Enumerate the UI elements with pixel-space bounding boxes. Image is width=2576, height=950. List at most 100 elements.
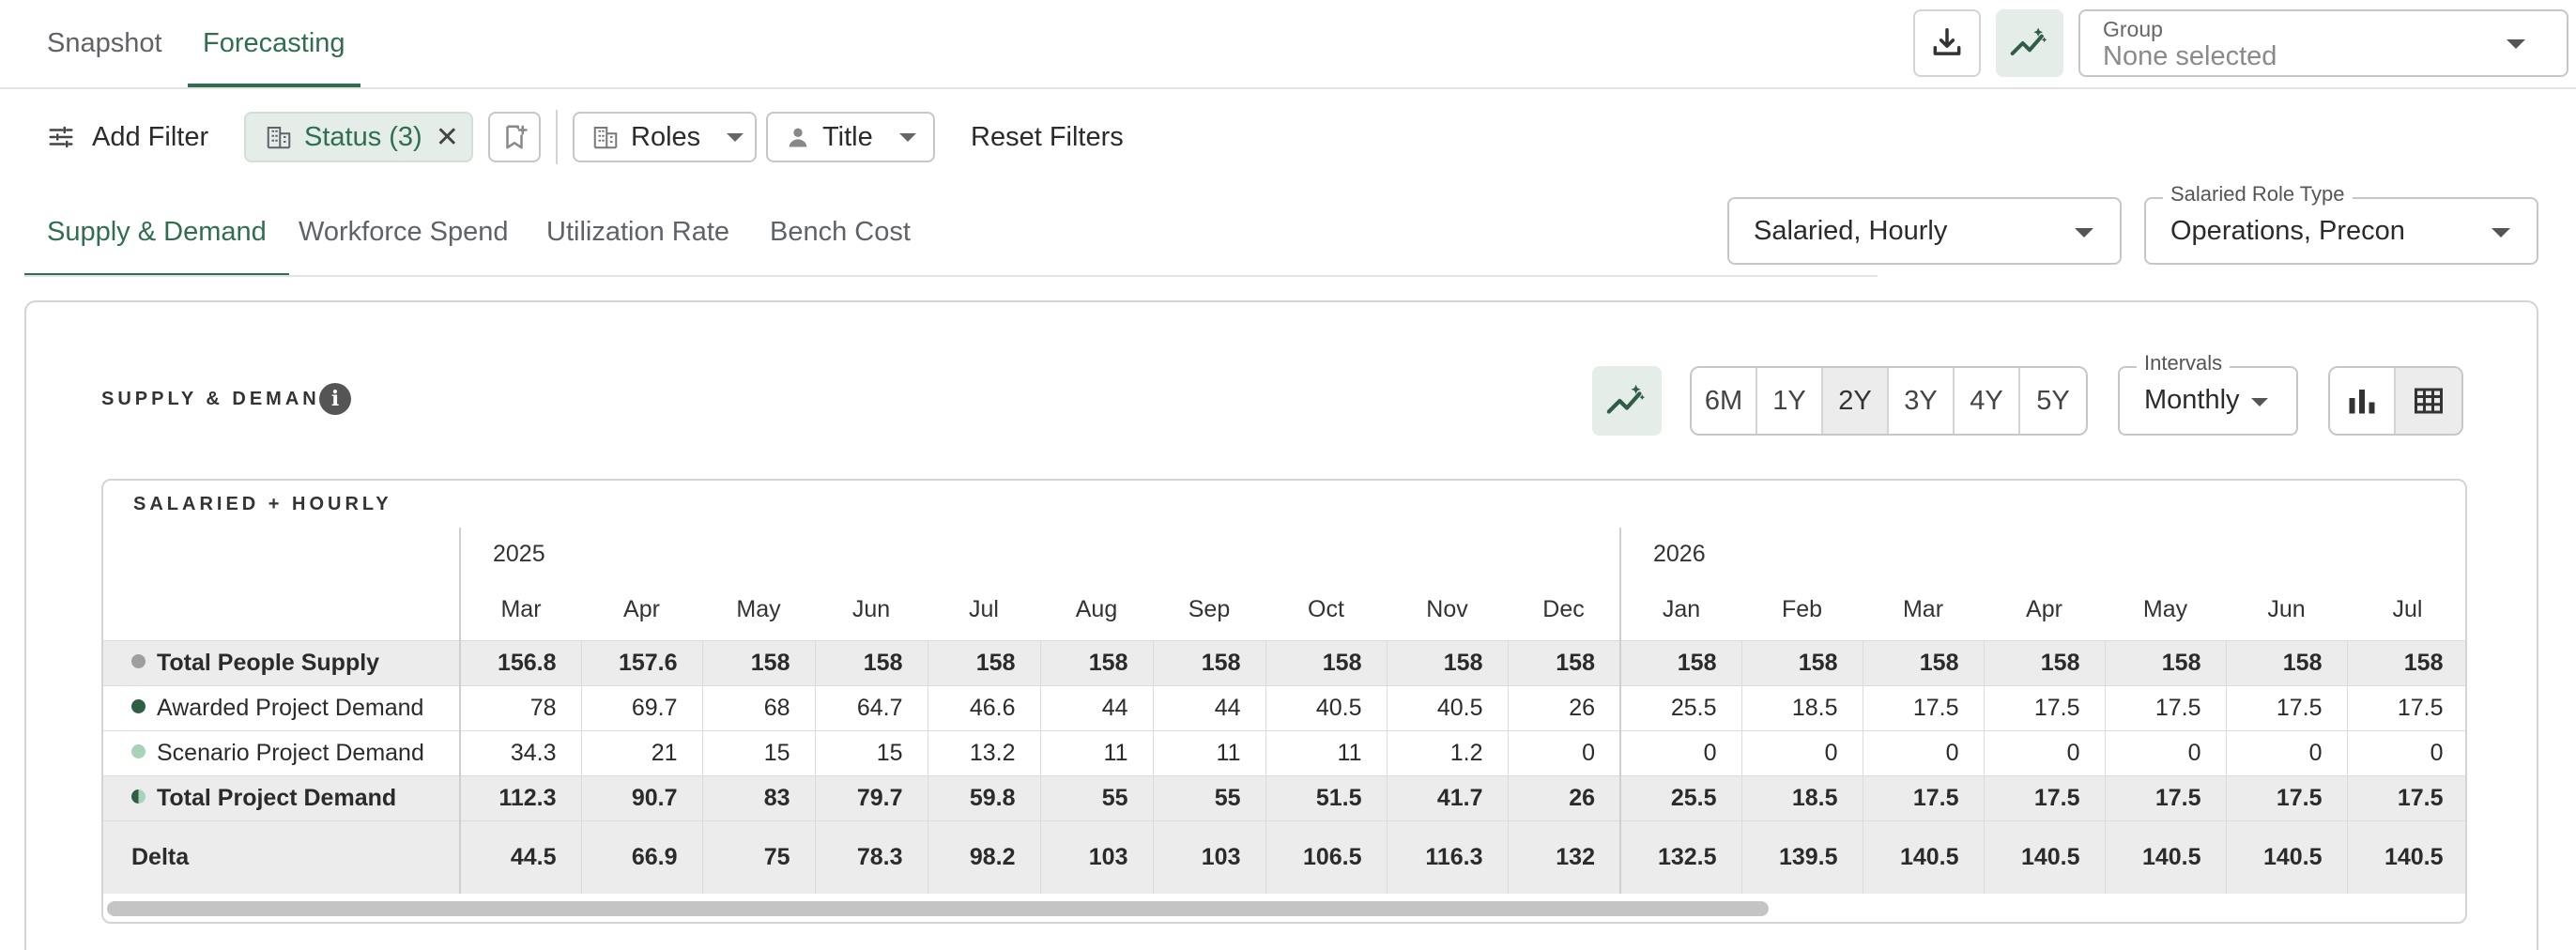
table-cell: 90.7 (581, 775, 703, 821)
filter-bar: Add Filter Status (3) ✕ Roles Title Rese… (0, 89, 2576, 183)
forecast-toggle-button[interactable] (1996, 9, 2063, 77)
info-icon[interactable]: i (319, 383, 351, 415)
month-header: Feb (1741, 580, 1863, 641)
table-title: SALARIED + HOURLY (133, 494, 392, 514)
table-row: Awarded Project Demand 78 69.7 68 64.7 46.6 44… (103, 685, 2465, 731)
subtabs-divider (24, 275, 1878, 277)
table-view-button[interactable] (2396, 368, 2461, 434)
intervals-select[interactable]: Monthly (2118, 366, 2298, 436)
month-header: May (702, 580, 815, 641)
table-scroll-area[interactable]: 2025 2026 Mar Apr May Jun Jul Aug Sep Oct Nov Dec J… (103, 528, 2465, 922)
legend-dot-icon (131, 789, 146, 804)
table-cell: 64.7 (815, 685, 928, 731)
table-cell: 17.5 (2347, 685, 2465, 731)
table-cell: 40.5 (1265, 685, 1388, 731)
month-header: Aug (1040, 580, 1153, 641)
month-header: Mar (1863, 580, 1984, 641)
table-cell: 18.5 (1741, 685, 1863, 731)
table-cell: 15 (702, 730, 816, 776)
table-cell: 103 (1153, 820, 1266, 894)
month-header: Jan (1620, 580, 1741, 641)
data-grid: 2025 2026 Mar Apr May Jun Jul Aug Sep Oct Nov Dec J… (103, 528, 2465, 894)
table-cell: 15 (815, 730, 928, 776)
table-cell: 59.8 (928, 775, 1041, 821)
group-select-value: None selected (2103, 41, 2277, 71)
section-title: SUPPLY & DEMAND (101, 389, 338, 409)
table-cell: 34.3 (460, 730, 582, 776)
table-cell: 17.5 (1984, 685, 2106, 731)
add-filter-button[interactable]: Add Filter (47, 114, 208, 161)
title-filter-dropdown[interactable]: Title (766, 112, 935, 162)
status-filter-chip[interactable]: Status (3) ✕ (244, 112, 473, 162)
forecast-overlay-button[interactable] (1592, 366, 1662, 436)
tab-snapshot[interactable]: Snapshot (47, 0, 162, 87)
table-row: Scenario Project Demand 34.3 21 15 15 13.2 11 1… (103, 730, 2465, 776)
filter-sliders-icon (49, 126, 73, 148)
table-cell: 79.7 (815, 775, 928, 821)
reset-filters-button[interactable]: Reset Filters (971, 114, 1124, 161)
table-cell: 46.6 (928, 685, 1041, 731)
tab-forecasting[interactable]: Forecasting (188, 0, 360, 87)
table-cell: 158 (1741, 640, 1863, 686)
table-cell: 25.5 (1620, 685, 1742, 731)
employment-type-select[interactable]: Salaried, Hourly (1727, 197, 2122, 265)
row-label-text: Total Project Demand (157, 784, 397, 811)
time-range-selector: 6M 1Y 2Y 3Y 4Y 5Y (1690, 366, 2088, 436)
row-label-text: Awarded Project Demand (157, 694, 424, 721)
tab-workforce-spend[interactable]: Workforce Spend (299, 188, 509, 277)
range-1y-button[interactable]: 1Y (1757, 368, 1823, 434)
bar-chart-icon (2349, 390, 2375, 414)
group-select[interactable]: Group None selected (2078, 9, 2568, 77)
table-cell: 158 (2226, 640, 2348, 686)
salaried-role-type-select[interactable]: Operations, Precon (2144, 197, 2538, 265)
intervals-label: Intervals (2137, 351, 2231, 375)
range-5y-button[interactable]: 5Y (2020, 368, 2086, 434)
month-header: May (2105, 580, 2226, 641)
chart-view-button[interactable] (2330, 368, 2396, 434)
range-6m-button[interactable]: 6M (1692, 368, 1757, 434)
row-label-text: Delta (131, 843, 190, 870)
table-cell: 44.5 (460, 820, 582, 894)
range-4y-button[interactable]: 4Y (1955, 368, 2020, 434)
table-cell: 11 (1265, 730, 1388, 776)
table-cell: 158 (1863, 640, 1985, 686)
table-cell: 112.3 (460, 775, 582, 821)
roles-filter-dropdown[interactable]: Roles (573, 112, 757, 162)
table-cell: 116.3 (1387, 820, 1509, 894)
month-header: Apr (581, 580, 702, 641)
close-icon[interactable]: ✕ (436, 121, 459, 154)
tab-utilization-rate[interactable]: Utilization Rate (546, 188, 729, 277)
horizontal-scrollbar[interactable] (107, 901, 1769, 916)
table-cell: 0 (2347, 730, 2465, 776)
table-cell: 40.5 (1387, 685, 1509, 731)
table-cell: 17.5 (2226, 775, 2348, 821)
table-cell: 1.2 (1387, 730, 1509, 776)
table-cell: 11 (1040, 730, 1154, 776)
chevron-down-icon (727, 132, 744, 142)
table-cell: 26 (1508, 775, 1621, 821)
table-cell: 11 (1153, 730, 1266, 776)
table-cell: 158 (815, 640, 928, 686)
row-label-text: Scenario Project Demand (157, 739, 424, 766)
table-cell: 17.5 (2226, 685, 2348, 731)
table-cell: 157.6 (581, 640, 703, 686)
table-cell: 41.7 (1387, 775, 1509, 821)
table-cell: 17.5 (2347, 775, 2465, 821)
download-button[interactable] (1913, 9, 1981, 77)
table-row: Delta 44.5 66.9 75 78.3 98.2 103 103 106.5 116.3 1… (103, 820, 2465, 894)
save-filter-button[interactable] (488, 112, 541, 162)
add-filter-label: Add Filter (92, 121, 209, 152)
range-3y-button[interactable]: 3Y (1889, 368, 1955, 434)
table-cell: 17.5 (1863, 775, 1985, 821)
chevron-down-icon (2507, 39, 2525, 49)
row-label-text: Total People Supply (157, 649, 380, 676)
table-cell: 158 (1508, 640, 1621, 686)
chevron-down-icon (2251, 398, 2268, 406)
table-cell: 0 (1620, 730, 1742, 776)
chevron-down-icon (898, 132, 916, 142)
view-toggle (2328, 366, 2463, 436)
table-cell: 44 (1040, 685, 1154, 731)
tab-supply-demand[interactable]: Supply & Demand (24, 188, 289, 277)
tab-bench-cost[interactable]: Bench Cost (770, 188, 911, 277)
range-2y-button[interactable]: 2Y (1823, 368, 1889, 434)
